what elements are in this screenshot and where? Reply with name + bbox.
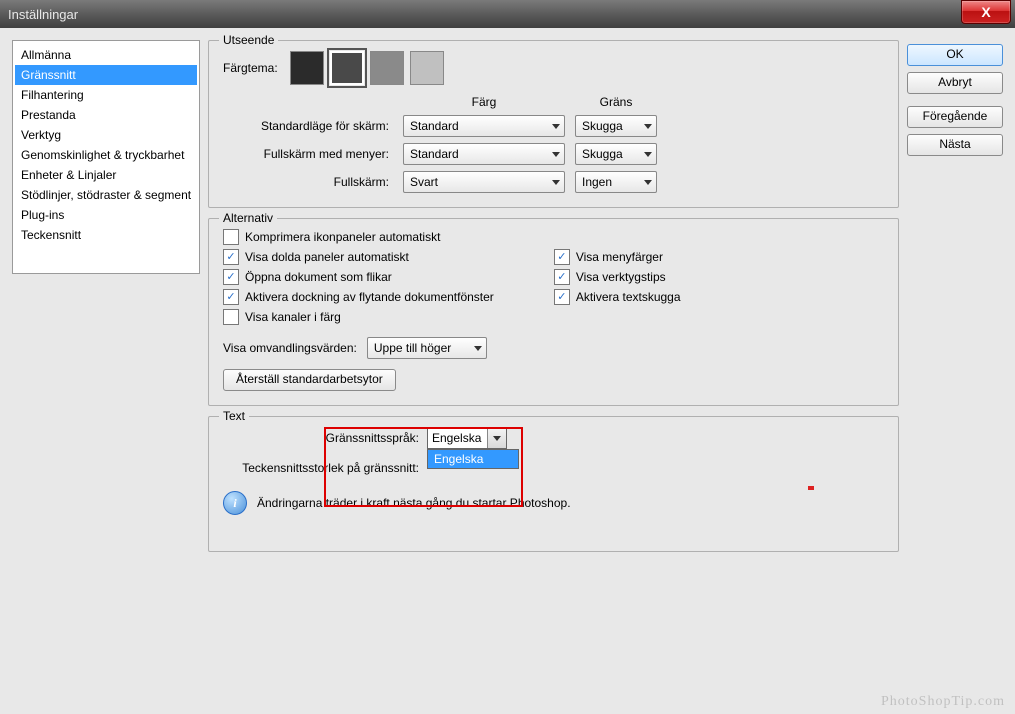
cb-enable-docking[interactable]: ✓ xyxy=(223,289,239,305)
cb-tooltips[interactable]: ✓ xyxy=(554,269,570,285)
cancel-button[interactable]: Avbryt xyxy=(907,72,1003,94)
row2-label: Fullskärm med menyer: xyxy=(223,147,393,161)
sidebar-item-filehandling[interactable]: Filhantering xyxy=(15,85,197,105)
watermark: PhotoShopTip.com xyxy=(881,694,1005,710)
language-label: Gränssnittsspråk: xyxy=(223,431,419,445)
appearance-title: Utseende xyxy=(219,33,278,47)
ok-button[interactable]: OK xyxy=(907,44,1003,66)
chevron-down-icon xyxy=(552,152,560,157)
close-icon: X xyxy=(981,4,990,20)
window-body: Allmänna Gränssnitt Filhantering Prestan… xyxy=(0,28,1015,714)
titlebar: Inställningar X xyxy=(0,0,1015,29)
row3-border-dropdown[interactable]: Ingen xyxy=(575,171,657,193)
fontsize-label: Teckensnittsstorlek på gränssnitt: xyxy=(223,461,419,475)
cb-compress-icons[interactable] xyxy=(223,229,239,245)
row3-color-dropdown[interactable]: Svart xyxy=(403,171,565,193)
theme-label: Färgtema: xyxy=(223,61,282,75)
theme-swatch-3[interactable] xyxy=(370,51,404,85)
text-group: Text Gränssnittsspråk: Engelska Engelska xyxy=(208,416,899,552)
next-button[interactable]: Nästa xyxy=(907,134,1003,156)
chevron-down-icon xyxy=(644,152,652,157)
theme-swatch-1[interactable] xyxy=(290,51,324,85)
text-title: Text xyxy=(219,409,249,423)
preferences-window: Inställningar X Allmänna Gränssnitt Filh… xyxy=(0,0,1015,714)
sidebar-item-units[interactable]: Enheter & Linjaler xyxy=(15,165,197,185)
theme-swatch-4[interactable] xyxy=(410,51,444,85)
language-option-engelska[interactable]: Engelska xyxy=(428,450,518,468)
sidebar-item-interface[interactable]: Gränssnitt xyxy=(15,65,197,85)
chevron-down-icon xyxy=(644,124,652,129)
category-sidebar: Allmänna Gränssnitt Filhantering Prestan… xyxy=(12,40,200,274)
cb-show-hidden[interactable]: ✓ xyxy=(223,249,239,265)
language-dropdown[interactable]: Engelska xyxy=(427,427,507,449)
dialog-buttons: OK Avbryt Föregående Nästa xyxy=(907,40,1003,702)
chevron-down-icon xyxy=(552,124,560,129)
info-text: Ändringarna träder i kraft nästa gång du… xyxy=(257,496,571,510)
options-title: Alternativ xyxy=(219,211,277,225)
close-button[interactable]: X xyxy=(961,0,1011,24)
main-panel: Utseende Färgtema: Färg Gräns Standardlä… xyxy=(208,40,899,702)
sidebar-item-performance[interactable]: Prestanda xyxy=(15,105,197,125)
cb-open-as-tabs[interactable]: ✓ xyxy=(223,269,239,285)
reset-workspaces-button[interactable]: Återställ standardarbetsytor xyxy=(223,369,396,391)
row3-label: Fullskärm: xyxy=(223,175,393,189)
sidebar-item-plugins[interactable]: Plug-ins xyxy=(15,205,197,225)
sidebar-item-guides[interactable]: Stödlinjer, stödraster & segment xyxy=(15,185,197,205)
cb-text-shadow[interactable]: ✓ xyxy=(554,289,570,305)
transform-dropdown[interactable]: Uppe till höger xyxy=(367,337,487,359)
window-title: Inställningar xyxy=(8,7,961,22)
prev-button[interactable]: Föregående xyxy=(907,106,1003,128)
options-group: Alternativ Komprimera ikonpaneler automa… xyxy=(208,218,899,406)
cb-menu-colors[interactable]: ✓ xyxy=(554,249,570,265)
chevron-down-icon xyxy=(493,436,501,441)
row1-color-dropdown[interactable]: Standard xyxy=(403,115,565,137)
annotation-marker xyxy=(808,486,814,490)
sidebar-item-transparency[interactable]: Genomskinlighet & tryckbarhet xyxy=(15,145,197,165)
sidebar-item-general[interactable]: Allmänna xyxy=(15,45,197,65)
theme-swatches xyxy=(290,51,444,85)
chevron-down-icon xyxy=(644,180,652,185)
appearance-group: Utseende Färgtema: Färg Gräns Standardlä… xyxy=(208,40,899,208)
sidebar-item-type[interactable]: Teckensnitt xyxy=(15,225,197,245)
sidebar-item-tools[interactable]: Verktyg xyxy=(15,125,197,145)
chevron-down-icon xyxy=(474,346,482,351)
cb-channels-color[interactable] xyxy=(223,309,239,325)
row2-color-dropdown[interactable]: Standard xyxy=(403,143,565,165)
row2-border-dropdown[interactable]: Skugga xyxy=(575,143,657,165)
row1-label: Standardläge för skärm: xyxy=(223,119,393,133)
info-icon: i xyxy=(223,491,247,515)
color-header: Färg xyxy=(403,95,565,109)
theme-swatch-2[interactable] xyxy=(330,51,364,85)
screen-mode-grid: Färg Gräns Standardläge för skärm: Stand… xyxy=(223,95,884,193)
border-header: Gräns xyxy=(575,95,657,109)
chevron-down-icon xyxy=(552,180,560,185)
language-dropdown-list[interactable]: Engelska xyxy=(427,449,519,469)
dropdown-arrow-button[interactable] xyxy=(487,428,506,448)
transform-label: Visa omvandlingsvärden: xyxy=(223,341,357,355)
row1-border-dropdown[interactable]: Skugga xyxy=(575,115,657,137)
